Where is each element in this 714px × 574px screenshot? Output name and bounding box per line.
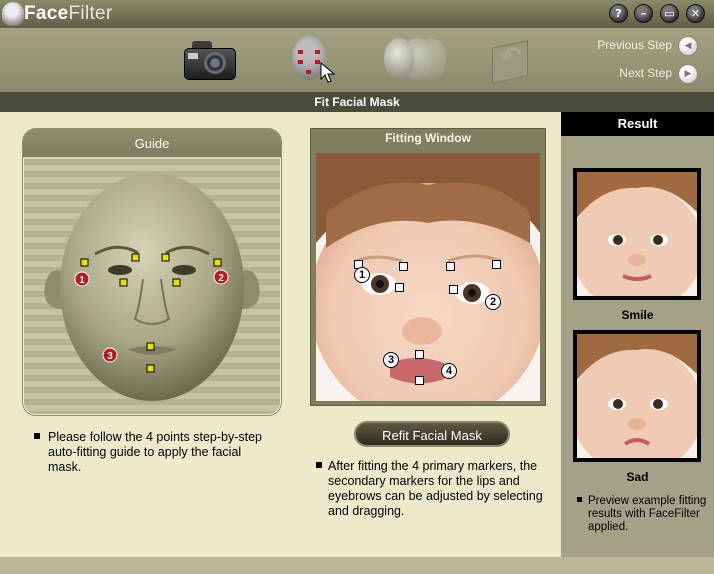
guide-point-2: 2 — [218, 273, 224, 284]
help-button[interactable]: ? — [609, 4, 628, 23]
status-strip — [0, 557, 714, 574]
main-panel: Guide 1 2 3 Please follow the 4 points s… — [0, 112, 561, 557]
fitting-window-panel: Fitting Window 1 2 3 4 — [310, 128, 546, 406]
primary-marker-1[interactable]: 1 — [354, 267, 370, 283]
guide-point-1: 1 — [79, 275, 85, 286]
guide-panel: Guide 1 2 3 — [22, 128, 282, 416]
next-step-label[interactable]: Next Step — [619, 66, 672, 80]
primary-marker-4[interactable]: 4 — [441, 363, 457, 379]
fitting-window-title: Fitting Window — [385, 131, 471, 145]
refit-facial-mask-button[interactable]: Refit Facial Mask — [354, 421, 510, 447]
step-apply-filter-faces-icon[interactable] — [380, 36, 450, 86]
primary-marker-2[interactable]: 2 — [485, 294, 501, 310]
sad-label: Sad — [626, 470, 649, 484]
section-title: Fit Facial Mask — [0, 92, 714, 112]
step-toolbar: ↶ Previous Step ◀ Next Step ▶ — [0, 28, 714, 92]
step-fit-mask-face-icon[interactable] — [288, 36, 338, 86]
title-bar[interactable]: FaceFilter ? – ▭ ✕ — [0, 0, 714, 28]
smile-thumbnail[interactable] — [573, 168, 701, 300]
result-panel: Result Smile Sad Preview example fitting… — [561, 112, 714, 557]
app-window: FaceFilter ? – ▭ ✕ ↶ Previous Step ◀ Nex… — [0, 0, 714, 574]
minimize-button[interactable]: – — [634, 4, 653, 23]
next-step-button[interactable]: ▶ — [678, 64, 698, 84]
smile-label: Smile — [621, 308, 654, 322]
result-title: Result — [561, 112, 714, 136]
guide-title: Guide — [23, 129, 281, 159]
step-load-photo-camera-icon[interactable] — [182, 36, 236, 82]
guide-head-illustration: 1 2 3 — [44, 173, 260, 401]
close-button[interactable]: ✕ — [686, 4, 705, 23]
step-undo-icon[interactable]: ↶ — [486, 36, 532, 84]
app-title: FaceFilter — [24, 3, 113, 24]
previous-step-button[interactable]: ◀ — [678, 36, 698, 56]
fitting-note: After fitting the 4 primary markers, the… — [316, 459, 552, 519]
primary-marker-3[interactable]: 3 — [383, 352, 399, 368]
previous-step-label[interactable]: Previous Step — [597, 38, 672, 52]
app-logo-icon — [2, 2, 24, 26]
result-note: Preview example fitting results with Fac… — [577, 495, 709, 534]
guide-point-3: 3 — [107, 351, 113, 362]
fitting-photo[interactable]: 1 2 3 4 — [316, 153, 540, 401]
guide-note: Please follow the 4 points step-by-step … — [34, 430, 274, 475]
maximize-button[interactable]: ▭ — [660, 4, 679, 23]
sad-thumbnail[interactable] — [573, 330, 701, 462]
